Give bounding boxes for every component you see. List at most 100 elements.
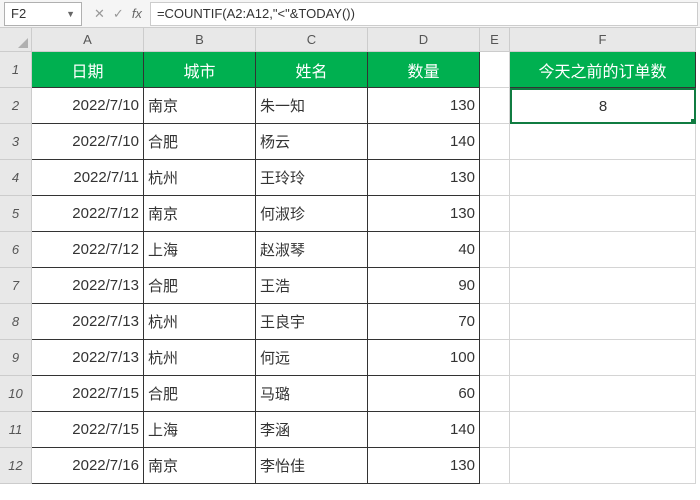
col-header-d[interactable]: D <box>368 28 480 52</box>
cell-date-11[interactable]: 2022/7/15 <box>32 412 144 448</box>
col-header-b[interactable]: B <box>144 28 256 52</box>
formula-input[interactable]: =COUNTIF(A2:A12,"<"&TODAY()) <box>150 2 698 26</box>
cell-f8[interactable] <box>510 304 696 340</box>
cell-name-11[interactable]: 李涵 <box>256 412 368 448</box>
cell-qty-5[interactable]: 130 <box>368 196 480 232</box>
row-header-11[interactable]: 11 <box>0 412 32 448</box>
fx-icon[interactable]: fx <box>132 6 142 21</box>
cell-e9[interactable] <box>480 340 510 376</box>
cell-f3[interactable] <box>510 124 696 160</box>
cell-f6[interactable] <box>510 232 696 268</box>
cell-qty-2[interactable]: 130 <box>368 88 480 124</box>
row-header-7[interactable]: 7 <box>0 268 32 304</box>
cell-f5[interactable] <box>510 196 696 232</box>
cell-e8[interactable] <box>480 304 510 340</box>
cell-name-8[interactable]: 王良宇 <box>256 304 368 340</box>
column-header-row: A B C D E F <box>0 28 700 52</box>
cell-date-9[interactable]: 2022/7/13 <box>32 340 144 376</box>
cell-city-5[interactable]: 南京 <box>144 196 256 232</box>
row-header-1[interactable]: 1 <box>0 52 32 88</box>
header-name[interactable]: 姓名 <box>256 52 368 88</box>
cell-e5[interactable] <box>480 196 510 232</box>
cell-qty-3[interactable]: 140 <box>368 124 480 160</box>
cell-f10[interactable] <box>510 376 696 412</box>
cell-name-6[interactable]: 赵淑琴 <box>256 232 368 268</box>
cell-name-4[interactable]: 王玲玲 <box>256 160 368 196</box>
select-all-corner[interactable] <box>0 28 32 52</box>
cell-f11[interactable] <box>510 412 696 448</box>
name-box[interactable]: F2 ▼ <box>4 2 82 26</box>
row-header-3[interactable]: 3 <box>0 124 32 160</box>
cell-qty-6[interactable]: 40 <box>368 232 480 268</box>
row-header-8[interactable]: 8 <box>0 304 32 340</box>
cell-city-11[interactable]: 上海 <box>144 412 256 448</box>
cell-f12[interactable] <box>510 448 696 484</box>
fill-handle[interactable] <box>691 119 696 124</box>
row-header-10[interactable]: 10 <box>0 376 32 412</box>
cell-qty-9[interactable]: 100 <box>368 340 480 376</box>
header-date[interactable]: 日期 <box>32 52 144 88</box>
cell-e6[interactable] <box>480 232 510 268</box>
col-header-f[interactable]: F <box>510 28 696 52</box>
cell-qty-7[interactable]: 90 <box>368 268 480 304</box>
col-header-e[interactable]: E <box>480 28 510 52</box>
cell-city-9[interactable]: 杭州 <box>144 340 256 376</box>
cell-city-3[interactable]: 合肥 <box>144 124 256 160</box>
header-qty[interactable]: 数量 <box>368 52 480 88</box>
cell-city-10[interactable]: 合肥 <box>144 376 256 412</box>
cell-qty-4[interactable]: 130 <box>368 160 480 196</box>
cell-e12[interactable] <box>480 448 510 484</box>
row-header-5[interactable]: 5 <box>0 196 32 232</box>
cell-city-12[interactable]: 南京 <box>144 448 256 484</box>
header-city[interactable]: 城市 <box>144 52 256 88</box>
cell-city-7[interactable]: 合肥 <box>144 268 256 304</box>
row-header-6[interactable]: 6 <box>0 232 32 268</box>
cell-name-2[interactable]: 朱一知 <box>256 88 368 124</box>
cell-e2[interactable] <box>480 88 510 124</box>
cell-date-10[interactable]: 2022/7/15 <box>32 376 144 412</box>
cell-date-8[interactable]: 2022/7/13 <box>32 304 144 340</box>
cell-date-7[interactable]: 2022/7/13 <box>32 268 144 304</box>
cell-city-6[interactable]: 上海 <box>144 232 256 268</box>
cell-e11[interactable] <box>480 412 510 448</box>
cell-e7[interactable] <box>480 268 510 304</box>
row-header-4[interactable]: 4 <box>0 160 32 196</box>
name-box-dropdown-icon[interactable]: ▼ <box>66 9 75 19</box>
cell-qty-11[interactable]: 140 <box>368 412 480 448</box>
cell-date-2[interactable]: 2022/7/10 <box>32 88 144 124</box>
cell-f2-selected[interactable]: 8 <box>510 88 696 124</box>
cell-date-6[interactable]: 2022/7/12 <box>32 232 144 268</box>
cell-e3[interactable] <box>480 124 510 160</box>
row-header-2[interactable]: 2 <box>0 88 32 124</box>
cancel-icon: ✕ <box>94 6 105 22</box>
row-header-12[interactable]: 12 <box>0 448 32 484</box>
cell-city-4[interactable]: 杭州 <box>144 160 256 196</box>
cell-name-10[interactable]: 马璐 <box>256 376 368 412</box>
grid: 1 日期 城市 姓名 数量 今天之前的订单数 2 2022/7/10 南京 朱一… <box>0 52 700 484</box>
cell-e1[interactable] <box>480 52 510 88</box>
cell-f4[interactable] <box>510 160 696 196</box>
enter-icon: ✓ <box>113 6 124 22</box>
cell-qty-8[interactable]: 70 <box>368 304 480 340</box>
cell-name-3[interactable]: 杨云 <box>256 124 368 160</box>
col-header-c[interactable]: C <box>256 28 368 52</box>
cell-date-5[interactable]: 2022/7/12 <box>32 196 144 232</box>
cell-f9[interactable] <box>510 340 696 376</box>
cell-f7[interactable] <box>510 268 696 304</box>
cell-name-9[interactable]: 何远 <box>256 340 368 376</box>
row-header-9[interactable]: 9 <box>0 340 32 376</box>
cell-city-8[interactable]: 杭州 <box>144 304 256 340</box>
cell-qty-10[interactable]: 60 <box>368 376 480 412</box>
cell-date-12[interactable]: 2022/7/16 <box>32 448 144 484</box>
header-orders-before-today[interactable]: 今天之前的订单数 <box>510 52 696 88</box>
cell-e4[interactable] <box>480 160 510 196</box>
cell-date-4[interactable]: 2022/7/11 <box>32 160 144 196</box>
cell-qty-12[interactable]: 130 <box>368 448 480 484</box>
cell-city-2[interactable]: 南京 <box>144 88 256 124</box>
cell-name-5[interactable]: 何淑珍 <box>256 196 368 232</box>
cell-name-7[interactable]: 王浩 <box>256 268 368 304</box>
cell-date-3[interactable]: 2022/7/10 <box>32 124 144 160</box>
cell-e10[interactable] <box>480 376 510 412</box>
cell-name-12[interactable]: 李怡佳 <box>256 448 368 484</box>
col-header-a[interactable]: A <box>32 28 144 52</box>
